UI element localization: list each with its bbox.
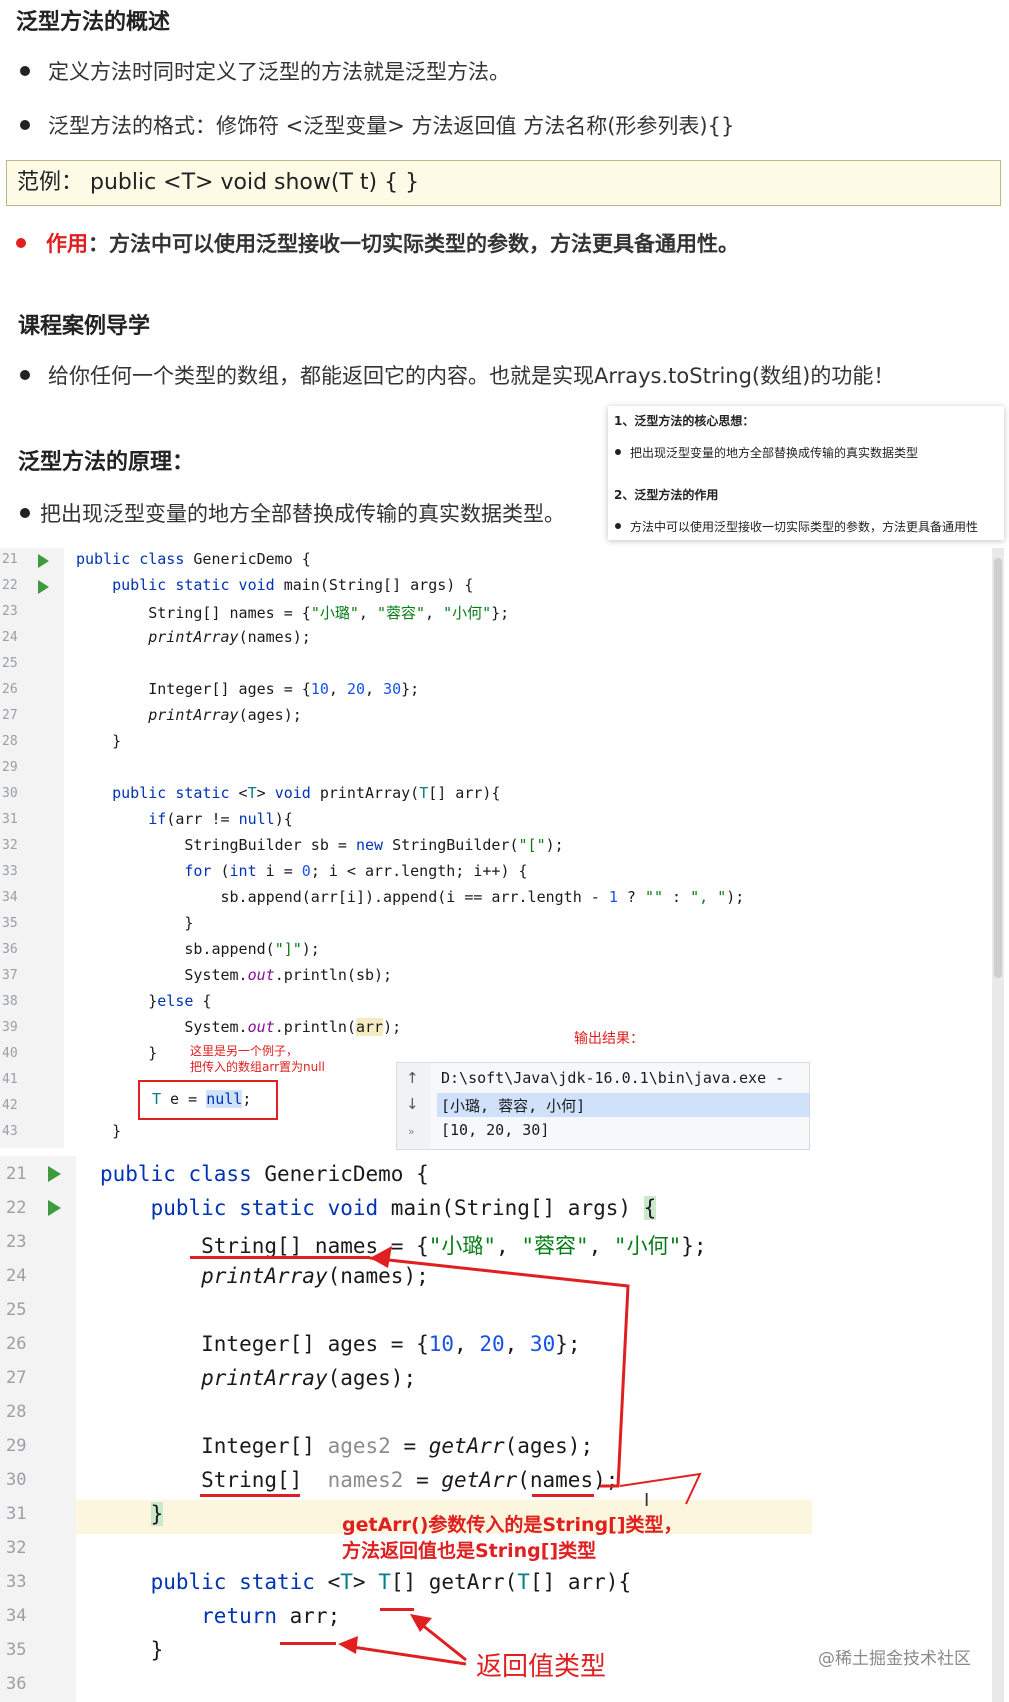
code-line-33: for (int i = 0; i < arr.length; i++) { — [184, 862, 528, 880]
line-number: 22 — [2, 578, 18, 593]
bullet-case: 给你任何一个类型的数组，都能返回它的内容。也就是实现Arrays.toStrin… — [48, 364, 895, 388]
code-line-40: } — [76, 1044, 158, 1062]
line-number: 26 — [2, 682, 18, 697]
line-number: 34 — [2, 890, 18, 905]
bullet-definition: 定义方法时同时定义了泛型的方法就是泛型方法。 — [48, 60, 510, 84]
code-line-35: } — [76, 914, 194, 932]
code-line-34: sb.append(arr[i]).append(i == arr.length… — [76, 888, 745, 906]
line-number: 23 — [2, 604, 18, 619]
line-number: 35 — [2, 916, 18, 931]
text-cursor-icon: I — [644, 1490, 650, 1511]
section-title-case: 课程案例导学 — [18, 314, 151, 339]
code-line-28: } — [76, 732, 122, 750]
section-title-overview: 泛型方法的概述 — [16, 10, 171, 35]
bullet-dot — [20, 66, 30, 76]
note-line-2: 把传入的数组arr置为null — [190, 1060, 325, 1074]
bullet-dot — [20, 370, 30, 380]
line-number: 28 — [2, 734, 18, 749]
scrollbar-thumb[interactable] — [994, 558, 1002, 978]
code-line-32: StringBuilder sb = new StringBuilder("["… — [76, 836, 564, 854]
bullet-dot — [615, 449, 621, 455]
code-line-39: System.out.println(arr); — [76, 1018, 402, 1036]
section-title-principle: 泛型方法的原理： — [18, 450, 195, 475]
annotation-arrows — [338, 1246, 702, 1666]
annotation-line-1: getArr()参数传入的是String[]类型， — [342, 1514, 683, 1536]
code-line-38: }else { — [76, 992, 212, 1010]
run-icon[interactable] — [38, 580, 49, 594]
arrow-down-icon[interactable]: ↓ — [406, 1095, 419, 1113]
run-console[interactable]: ↑ ↓ » D:\soft\Java\jdk-16.0.1\bin\java.e… — [396, 1062, 810, 1150]
arrow-up-icon[interactable]: ↑ — [406, 1069, 419, 1087]
code-line-30: public static <T> void printArray(T[] ar… — [112, 784, 501, 802]
annotation-line-2: 方法返回值也是String[]类型 — [342, 1540, 597, 1562]
annotation-return-type: 返回值类型 — [476, 1652, 607, 1682]
example-box: 范例： public <T> void show(T t) { } — [6, 160, 1001, 206]
line-number: 31 — [2, 812, 18, 827]
code-line-42: T e = null; — [152, 1090, 252, 1108]
popup-text-1: 把出现泛型变量的地方全部替换成传输的真实数据类型 — [630, 446, 919, 460]
code-line-23: String[] names = {"小璐", "蓉容", "小何"}; — [76, 604, 510, 622]
effect-label: 作用 — [46, 232, 88, 256]
bullet-dot — [615, 523, 621, 529]
effect-text: ：方法中可以使用泛型接收一切实际类型的参数，方法更具备通用性。 — [88, 232, 739, 256]
line-number: 39 — [2, 1020, 18, 1035]
line-number: 41 — [2, 1072, 18, 1087]
watermark: @稀土掘金技术社区 — [818, 1649, 971, 1669]
vertical-scrollbar[interactable] — [992, 548, 1004, 1702]
console-output-1: [小璐, 蓉容, 小何] — [441, 1097, 586, 1115]
line-number: 33 — [2, 864, 18, 879]
code-editor-2[interactable]: 21 22 23 24 25 26 27 28 29 30 31 32 33 3… — [0, 1156, 812, 1702]
line-number: 25 — [2, 656, 18, 671]
bullet-dot — [20, 508, 30, 518]
bullet-principle: 把出现泛型变量的地方全部替换成传输的真实数据类型。 — [40, 502, 565, 526]
line-number: 42 — [2, 1098, 18, 1113]
bullet-dot-red — [16, 238, 26, 248]
note-line-1: 这里是另一个例子， — [190, 1044, 299, 1058]
console-output-2: [10, 20, 30] — [441, 1121, 550, 1139]
popup-heading-1: 1、泛型方法的核心思想： — [614, 414, 755, 428]
effect-line: 作用：方法中可以使用泛型接收一切实际类型的参数，方法更具备通用性。 — [46, 228, 739, 258]
code-line-36: sb.append("]"); — [76, 940, 320, 958]
code-line-27: printArray(ages); — [148, 706, 302, 724]
code-line-31: if(arr != null){ — [148, 810, 293, 828]
line-number: 38 — [2, 994, 18, 1009]
popup-heading-2: 2、泛型方法的作用 — [614, 488, 719, 502]
bullet-dot — [20, 120, 30, 130]
run-icon[interactable] — [38, 554, 49, 568]
line-number: 24 — [2, 630, 18, 645]
line-number: 37 — [2, 968, 18, 983]
line-number: 21 — [2, 552, 18, 567]
console-command: D:\soft\Java\jdk-16.0.1\bin\java.exe - — [441, 1069, 785, 1087]
code-line-22: public static void main(String[] args) { — [112, 576, 474, 594]
line-number: 43 — [2, 1124, 18, 1139]
line-number: 32 — [2, 838, 18, 853]
code-editor-1[interactable]: 21 22 23 24 25 26 27 28 29 30 31 32 33 3… — [0, 548, 814, 1148]
line-number: 36 — [2, 942, 18, 957]
popup-text-2: 方法中可以使用泛型接收一切实际类型的参数，方法更具备通用性 — [630, 520, 979, 534]
code-line-37: System.out.println(sb); — [76, 966, 393, 984]
code-line-21: public class GenericDemo { — [76, 550, 311, 568]
code-line-24: printArray(names); — [148, 628, 311, 646]
line-number: 29 — [2, 760, 18, 775]
line-number: 27 — [2, 708, 18, 723]
output-label: 输出结果： — [574, 1031, 644, 1047]
line-number: 30 — [2, 786, 18, 801]
more-icon[interactable]: » — [408, 1125, 415, 1138]
code-line-26: Integer[] ages = {10, 20, 30}; — [76, 680, 420, 698]
code-line-43: } — [76, 1122, 122, 1140]
line-number: 40 — [2, 1046, 18, 1061]
summary-popup: 1、泛型方法的核心思想： 把出现泛型变量的地方全部替换成传输的真实数据类型 2、… — [608, 406, 1004, 540]
bullet-format: 泛型方法的格式：修饰符 <泛型变量> 方法返回值 方法名称(形参列表){} — [48, 114, 735, 138]
